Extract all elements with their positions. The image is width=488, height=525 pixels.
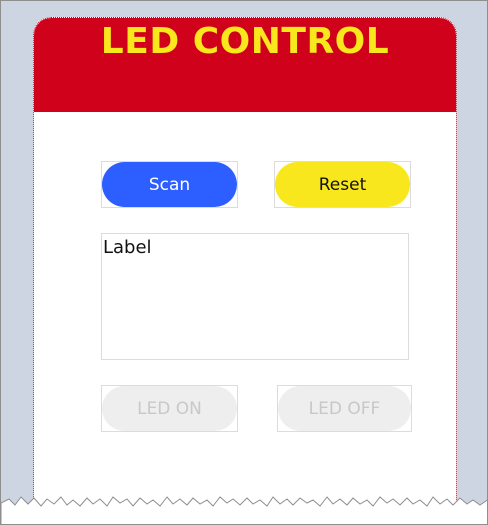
screenshot-frame: LED CONTROL Scan Reset Label LED ON LED … — [0, 0, 488, 525]
led-on-button-frame: LED ON — [101, 385, 238, 432]
reset-button[interactable]: Reset — [275, 162, 410, 207]
scan-button[interactable]: Scan — [102, 162, 237, 207]
app-header: LED CONTROL — [34, 18, 456, 112]
led-on-button[interactable]: LED ON — [102, 386, 237, 431]
scan-button-frame: Scan — [101, 161, 238, 208]
led-off-button-frame: LED OFF — [277, 385, 412, 432]
app-title: LED CONTROL — [100, 21, 390, 62]
app-screen: LED CONTROL Scan Reset Label LED ON LED … — [33, 17, 457, 524]
reset-button-frame: Reset — [274, 161, 411, 208]
torn-edge — [1, 496, 487, 524]
label-text: Label — [103, 237, 152, 258]
label-box: Label — [101, 233, 409, 360]
led-off-button[interactable]: LED OFF — [278, 386, 411, 431]
